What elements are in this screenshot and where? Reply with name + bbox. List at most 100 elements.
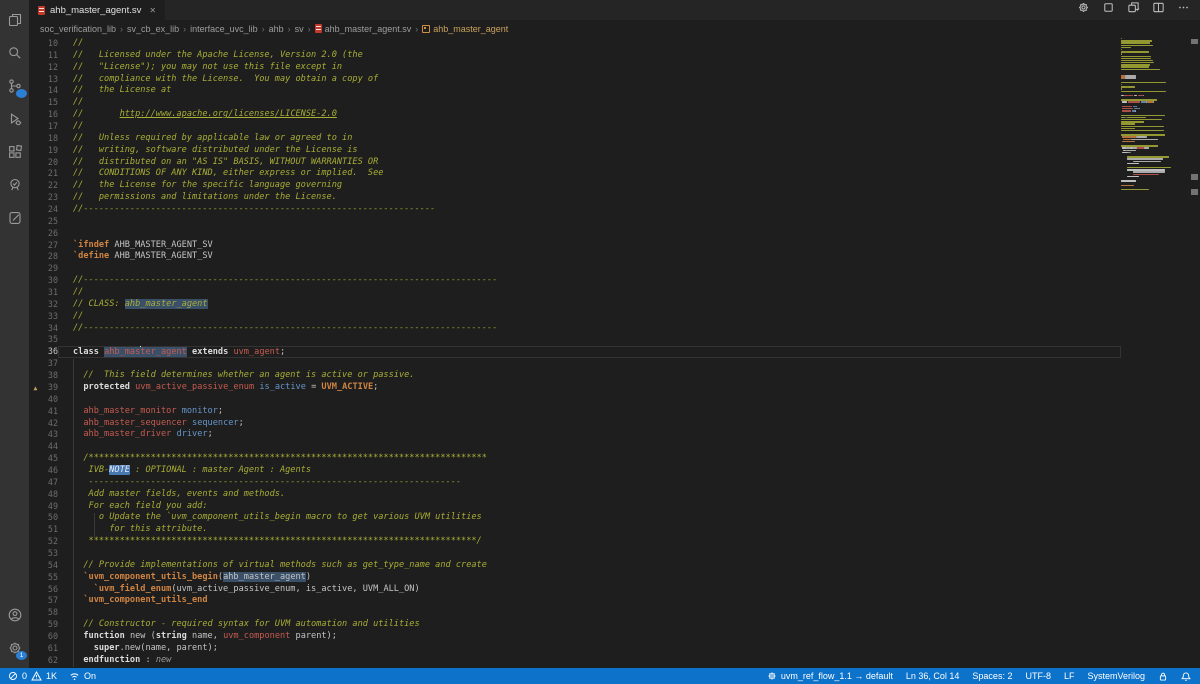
gutter-glyph-margin[interactable] xyxy=(29,501,42,513)
line-number[interactable]: 53 xyxy=(42,548,58,560)
line-number[interactable]: 60 xyxy=(42,631,58,643)
gutter-glyph-margin[interactable] xyxy=(29,50,42,62)
line-number[interactable]: 32 xyxy=(42,299,58,311)
line-number[interactable]: 52 xyxy=(42,536,58,548)
code-content[interactable]: // xyxy=(58,311,1121,323)
code-line[interactable]: 33// xyxy=(29,311,1121,323)
code-line[interactable]: 53 xyxy=(29,548,1121,560)
line-number[interactable]: 44 xyxy=(42,441,58,453)
minimap[interactable] xyxy=(1121,38,1190,668)
gutter-glyph-margin[interactable] xyxy=(29,216,42,228)
gutter-glyph-margin[interactable] xyxy=(29,240,42,252)
gutter-glyph-margin[interactable] xyxy=(29,418,42,430)
line-number[interactable]: 54 xyxy=(42,560,58,572)
line-number[interactable]: 55 xyxy=(42,572,58,584)
code-line[interactable]: 56 `uvm_field_enum(uvm_active_passive_en… xyxy=(29,584,1121,596)
run-square-icon[interactable] xyxy=(1102,1,1115,19)
code-content[interactable]: // xyxy=(58,287,1121,299)
open-changes-icon[interactable] xyxy=(1127,1,1140,19)
code-line[interactable]: 37 xyxy=(29,358,1121,370)
code-line[interactable]: 17// xyxy=(29,121,1121,133)
line-number[interactable]: 25 xyxy=(42,216,58,228)
code-content[interactable]: o Update the `uvm_component_utils_begin … xyxy=(58,512,1121,524)
line-number[interactable]: 21 xyxy=(42,168,58,180)
code-content[interactable]: `define AHB_MASTER_AGENT_SV xyxy=(58,251,1121,263)
line-number[interactable]: 30 xyxy=(42,275,58,287)
cursor-position[interactable]: Ln 36, Col 14 xyxy=(906,671,960,681)
gutter-glyph-margin[interactable] xyxy=(29,121,42,133)
gutter-glyph-margin[interactable] xyxy=(29,228,42,240)
code-content[interactable]: // http://www.apache.org/licenses/LICENS… xyxy=(58,109,1121,121)
line-number[interactable]: 22 xyxy=(42,180,58,192)
notifications[interactable] xyxy=(1181,671,1191,682)
code-line[interactable]: 29 xyxy=(29,263,1121,275)
network-indicator[interactable]: On xyxy=(69,671,96,681)
gutter-glyph-margin[interactable] xyxy=(29,145,42,157)
gutter-glyph-margin[interactable] xyxy=(29,643,42,655)
code-content[interactable]: // Provide implementations of virtual me… xyxy=(58,560,1121,572)
code-line[interactable]: 14// the License at xyxy=(29,85,1121,97)
code-content[interactable] xyxy=(58,334,1121,346)
gutter-glyph-margin[interactable] xyxy=(29,74,42,86)
code-content[interactable]: // permissions and limitations under the… xyxy=(58,192,1121,204)
line-number[interactable]: 46 xyxy=(42,465,58,477)
line-number[interactable]: 16 xyxy=(42,109,58,121)
code-line[interactable]: 26 xyxy=(29,228,1121,240)
gutter-glyph-margin[interactable] xyxy=(29,607,42,619)
code-line[interactable]: 45 /************************************… xyxy=(29,453,1121,465)
tab-ahb-master-agent[interactable]: ahb_master_agent.sv ✕ xyxy=(29,0,165,20)
line-number[interactable]: 11 xyxy=(42,50,58,62)
gutter-glyph-margin[interactable] xyxy=(29,62,42,74)
line-number[interactable]: 42 xyxy=(42,418,58,430)
line-number[interactable]: 49 xyxy=(42,501,58,513)
code-content[interactable]: // the License at xyxy=(58,85,1121,97)
code-content[interactable]: For each field you add: xyxy=(58,501,1121,513)
problems-indicator[interactable]: 0 1K xyxy=(8,671,57,681)
source-control-icon[interactable] xyxy=(0,69,29,102)
line-number[interactable]: 17 xyxy=(42,121,58,133)
overview-ruler[interactable] xyxy=(1190,37,1200,668)
code-line[interactable]: 46 IVB-NOTE : OPTIONAL : master Agent : … xyxy=(29,465,1121,477)
gutter-glyph-margin[interactable] xyxy=(29,655,42,667)
line-number[interactable]: 34 xyxy=(42,323,58,335)
code-content[interactable]: /***************************************… xyxy=(58,453,1121,465)
line-number[interactable]: 13 xyxy=(42,74,58,86)
code-line[interactable]: 31// xyxy=(29,287,1121,299)
gutter-glyph-margin[interactable] xyxy=(29,465,42,477)
gutter-glyph-margin[interactable] xyxy=(29,85,42,97)
gutter-glyph-margin[interactable] xyxy=(29,180,42,192)
code-content[interactable]: // xyxy=(58,97,1121,109)
code-content[interactable]: //--------------------------------------… xyxy=(58,204,1121,216)
line-number[interactable]: 10 xyxy=(42,38,58,50)
more-actions-icon[interactable] xyxy=(1177,1,1190,19)
code-line[interactable]: 50 o Update the `uvm_component_utils_beg… xyxy=(29,512,1121,524)
code-content[interactable]: //--------------------------------------… xyxy=(58,323,1121,335)
line-number[interactable]: 38 xyxy=(42,370,58,382)
gutter-glyph-margin[interactable] xyxy=(29,524,42,536)
code-line[interactable]: 48 Add master fields, events and methods… xyxy=(29,489,1121,501)
code-content[interactable]: protected uvm_active_passive_enum is_act… xyxy=(58,382,1121,394)
line-number[interactable]: 33 xyxy=(42,311,58,323)
line-number[interactable]: 59 xyxy=(42,619,58,631)
extensions-icon[interactable] xyxy=(0,135,29,168)
gutter-glyph-margin[interactable] xyxy=(29,477,42,489)
code-line[interactable]: 43 ahb_master_driver driver; xyxy=(29,429,1121,441)
line-number[interactable]: 28 xyxy=(42,251,58,263)
line-number[interactable]: 56 xyxy=(42,584,58,596)
code-content[interactable]: ****************************************… xyxy=(58,536,1121,548)
code-line[interactable]: 49 For each field you add: xyxy=(29,501,1121,513)
gutter-glyph-margin[interactable] xyxy=(29,168,42,180)
breadcrumb-item[interactable]: ahb xyxy=(269,24,284,34)
code-line[interactable]: 19// writing, software distributed under… xyxy=(29,145,1121,157)
code-line[interactable]: 51 for this attribute. xyxy=(29,524,1121,536)
code-content[interactable]: // the License for the specific language… xyxy=(58,180,1121,192)
code-line[interactable]: 15// xyxy=(29,97,1121,109)
line-number[interactable]: 48 xyxy=(42,489,58,501)
code-line[interactable]: 62 endfunction : new xyxy=(29,655,1121,667)
code-content[interactable] xyxy=(58,548,1121,560)
code-content[interactable]: `ifndef AHB_MASTER_AGENT_SV xyxy=(58,240,1121,252)
code-content[interactable]: ahb_master_driver driver; xyxy=(58,429,1121,441)
code-content[interactable]: endfunction : new xyxy=(58,655,1121,667)
code-line[interactable]: 34//------------------------------------… xyxy=(29,323,1121,335)
gutter-glyph-margin[interactable] xyxy=(29,619,42,631)
